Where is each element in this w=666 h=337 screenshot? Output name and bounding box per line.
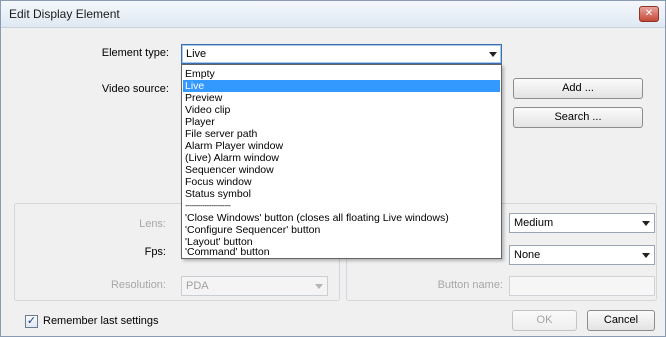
dropdown-option[interactable]: 'Configure Sequencer' button xyxy=(183,224,500,236)
video-source-label: Video source: xyxy=(101,83,169,95)
search-button[interactable]: Search ... xyxy=(513,107,643,128)
dropdown-option[interactable]: 'Close Windows' button (closes all float… xyxy=(183,212,500,224)
element-type-select[interactable]: Live xyxy=(181,44,502,64)
lens-label: Lens: xyxy=(139,218,166,230)
dropdown-option[interactable]: Player xyxy=(183,116,500,128)
title-bar: Edit Display Element ✕ xyxy=(1,1,665,28)
dropdown-option[interactable]: Video clip xyxy=(183,104,500,116)
chevron-down-icon xyxy=(315,284,323,289)
dropdown-separator: --------------------- xyxy=(185,201,231,210)
quality-value: Medium xyxy=(514,217,554,229)
option-select[interactable]: None xyxy=(509,245,655,265)
close-button[interactable]: ✕ xyxy=(639,6,659,22)
dropdown-option[interactable]: Preview xyxy=(183,92,500,104)
element-type-label: Element type: xyxy=(101,47,169,59)
dropdown-option[interactable]: Sequencer window xyxy=(183,164,500,176)
dropdown-option[interactable]: (Live) Alarm window xyxy=(183,152,500,164)
dropdown-option[interactable]: Focus window xyxy=(183,176,500,188)
cancel-button[interactable]: Cancel xyxy=(587,310,655,331)
element-type-dropdown-list: Empty Live Preview Video clip Player Fil… xyxy=(181,64,502,259)
dropdown-option[interactable]: Status symbol xyxy=(183,188,500,200)
resolution-select[interactable]: PDA xyxy=(181,276,328,296)
option-value: None xyxy=(514,249,541,261)
chevron-down-icon xyxy=(489,52,497,57)
add-button[interactable]: Add ... xyxy=(513,78,643,99)
button-name-label: Button name: xyxy=(437,279,503,291)
element-type-value: Live xyxy=(186,48,207,60)
dropdown-option[interactable]: File server path xyxy=(183,128,500,140)
chevron-down-icon xyxy=(642,221,650,226)
button-name-input[interactable] xyxy=(509,276,655,296)
remember-settings-checkbox[interactable]: ✓ xyxy=(25,315,38,328)
dropdown-option[interactable]: Empty xyxy=(183,68,500,80)
chevron-down-icon xyxy=(642,253,650,258)
window-title: Edit Display Element xyxy=(9,7,120,21)
resolution-value: PDA xyxy=(186,280,209,292)
quality-select[interactable]: Medium xyxy=(509,213,655,233)
fps-label: Fps: xyxy=(144,246,166,258)
remember-settings-label: Remember last settings xyxy=(43,315,159,327)
edit-display-element-dialog: Edit Display Element ✕ Element type: Liv… xyxy=(0,0,666,337)
resolution-label: Resolution: xyxy=(110,279,166,291)
dropdown-option-selected[interactable]: Live xyxy=(183,80,500,92)
dropdown-option[interactable]: 'Command' button xyxy=(183,247,500,258)
ok-button[interactable]: OK xyxy=(512,310,577,331)
dropdown-option[interactable]: Alarm Player window xyxy=(183,140,500,152)
